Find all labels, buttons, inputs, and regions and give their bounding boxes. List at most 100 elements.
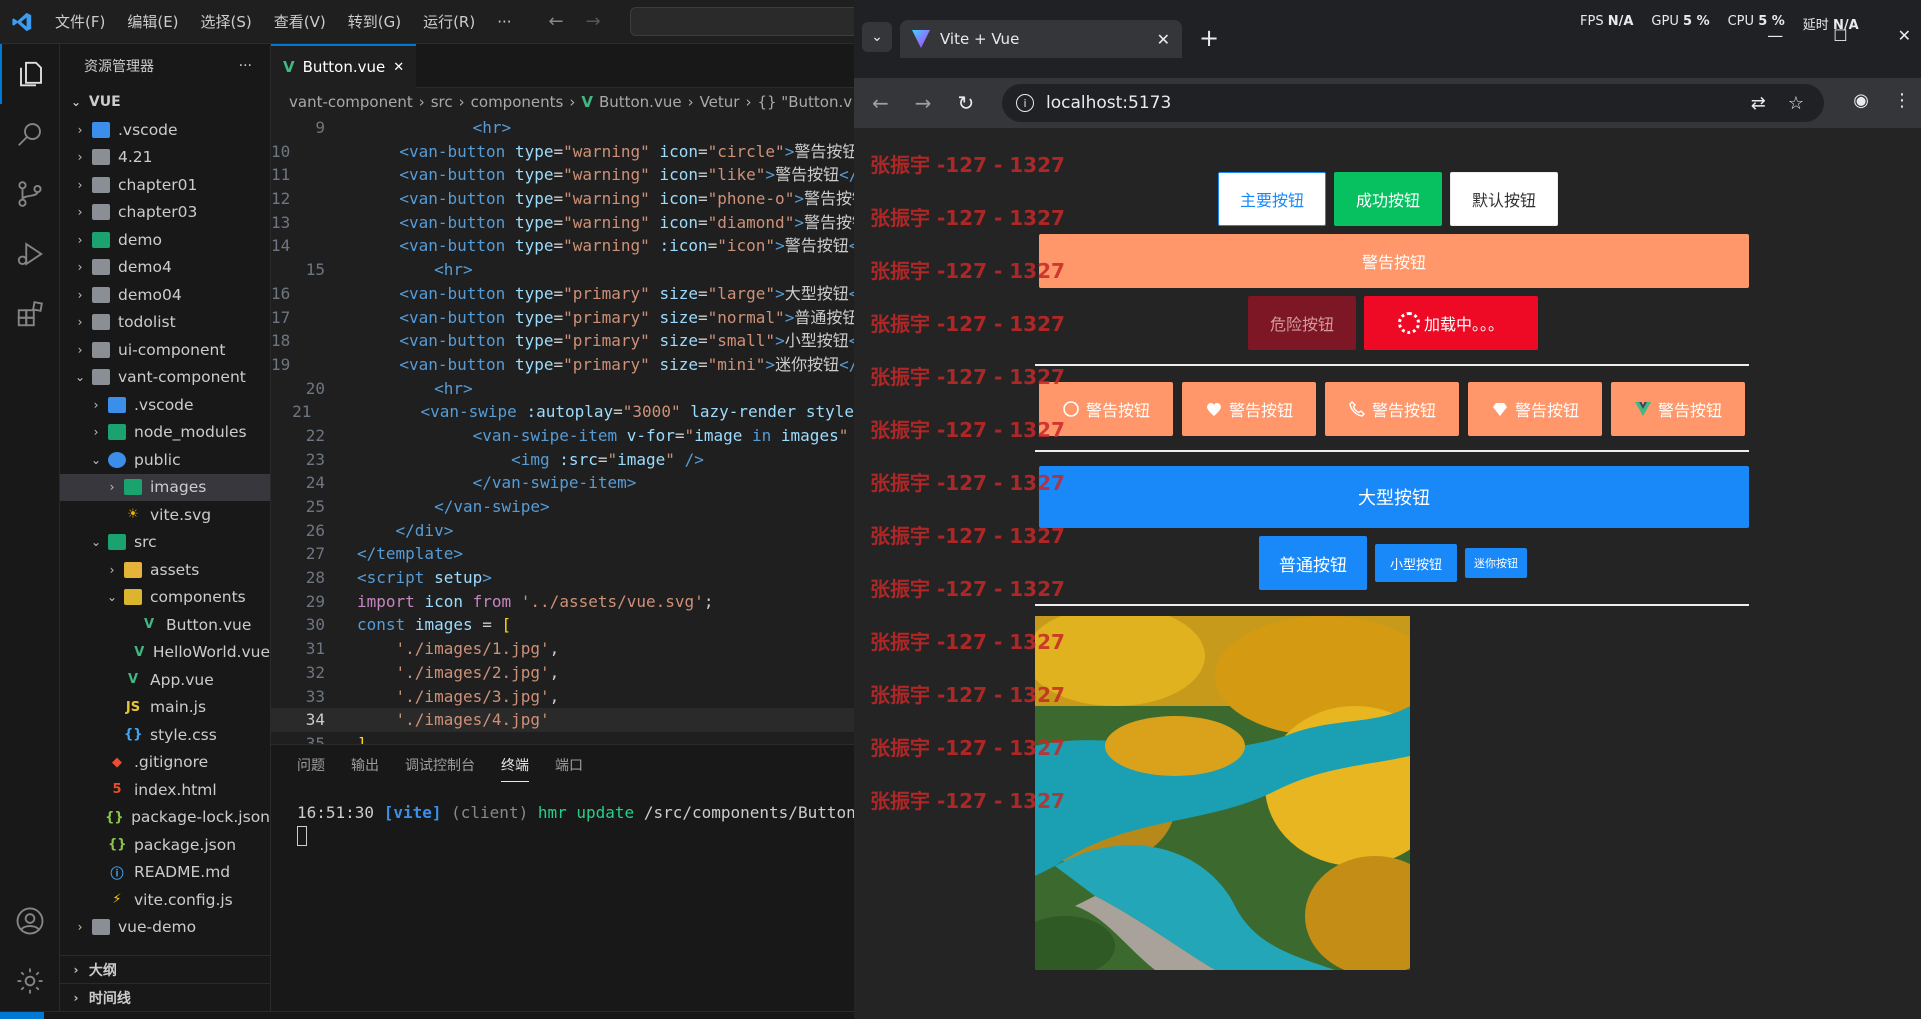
tree-item[interactable]: ⌄ vant-component [60,364,270,392]
tree-item[interactable]: ☀ vite.svg [60,501,270,529]
breadcrumb-item[interactable]: Button.vue [599,93,682,111]
browser-tab-title: Vite + Vue [940,30,1020,48]
explorer-icon[interactable] [0,44,60,104]
tree-item[interactable]: › .vscode [60,116,270,144]
site-info-icon[interactable]: i [1016,94,1034,112]
profile-icon[interactable]: ◉ [1853,90,1869,111]
tree-item[interactable]: › demo04 [60,281,270,309]
panel-tab[interactable]: 输出 [351,755,379,775]
warning-icon-button[interactable]: 警告按钮 [1468,382,1602,436]
mini-button[interactable]: 迷你按钮 [1465,548,1527,578]
run-debug-icon[interactable] [0,224,60,284]
success-button[interactable]: 成功按钮 [1334,172,1442,226]
breadcrumb-item[interactable]: components [471,93,564,111]
small-button[interactable]: 小型按钮 [1375,544,1457,582]
tree-item[interactable]: V Button.vue [60,611,270,639]
tree-item[interactable]: {} package.json [60,831,270,859]
breadcrumb-item[interactable]: vant-component [289,93,413,111]
tree-item[interactable]: › chapter03 [60,199,270,227]
search-icon[interactable] [0,104,60,164]
tree-item[interactable]: › todolist [60,309,270,337]
tab-close-icon[interactable]: ✕ [393,60,404,75]
breadcrumb-item[interactable]: src [431,93,453,111]
tree-item[interactable]: JS main.js [60,694,270,722]
close-window-icon[interactable]: ✕ [1898,26,1911,45]
terminal-output[interactable]: 16:51:30 [vite] (client) hmr update /src… [271,785,894,850]
menu-goto[interactable]: 转到(G) [337,0,412,44]
panel-tab[interactable]: 问题 [297,755,325,775]
primary-button[interactable]: 主要按钮 [1218,172,1326,226]
code-editor[interactable]: 9 <hr> 10 <van-button type="warning" icon… [271,116,854,744]
panel-tab[interactable]: 调试控制台 [405,755,475,775]
tree-item[interactable]: › demo [60,226,270,254]
chrome-menu-icon[interactable]: ⋮ [1893,90,1911,111]
warning-icon-button[interactable]: 警告按钮 [1611,382,1745,436]
tree-item[interactable]: {} style.css [60,721,270,749]
workspace-root[interactable]: ⌄ VUE [60,88,270,116]
timeline-section[interactable]: › 时间线 [60,983,270,1011]
tree-item[interactable]: › 4.21 [60,144,270,172]
menu-run[interactable]: 运行(R) [412,0,486,44]
forward-arrow-icon[interactable]: → [586,11,601,32]
account-icon[interactable] [0,891,60,951]
tree-item[interactable]: › node_modules [60,419,270,447]
panel-tab[interactable]: 端口 [555,755,583,775]
tree-item[interactable]: ⌄ public [60,446,270,474]
menu-selection[interactable]: 选择(S) [190,0,263,44]
warning-icon-button[interactable]: 警告按钮 [1182,382,1316,436]
default-button[interactable]: 默认按钮 [1450,172,1558,226]
translate-icon[interactable]: ⇄ [1751,93,1766,114]
menu-file[interactable]: 文件(F) [44,0,116,44]
tree-item[interactable]: 5 index.html [60,776,270,804]
address-bar[interactable]: i localhost:5173 ⇄ ☆ [1002,84,1824,122]
menu-edit[interactable]: 编辑(E) [116,0,189,44]
tree-item[interactable]: › vue-demo [60,914,270,942]
tree-item[interactable]: › demo4 [60,254,270,282]
tab-button-vue[interactable]: V Button.vue ✕ [271,44,417,88]
tree-item[interactable]: ◆ .gitignore [60,749,270,777]
new-tab-icon[interactable]: + [1199,24,1219,52]
tree-item[interactable]: {} package-lock.json [60,804,270,832]
back-icon[interactable]: ← [872,91,889,115]
large-button[interactable]: 大型按钮 [1039,466,1749,528]
normal-button[interactable]: 普通按钮 [1259,536,1367,590]
tree-item[interactable]: V App.vue [60,666,270,694]
extensions-icon[interactable] [0,284,60,344]
source-control-icon[interactable] [0,164,60,224]
tree-item[interactable]: V HelloWorld.vue [60,639,270,667]
tree-item[interactable]: ⚡ vite.config.js [60,886,270,914]
tree-item-label: HelloWorld.vue [152,643,270,662]
tree-item[interactable]: ⓘ README.md [60,859,270,887]
menu-view[interactable]: 查看(V) [263,0,337,44]
breadcrumb-item[interactable]: {} "Button.v [757,93,852,111]
tree-item[interactable]: › images [60,473,270,501]
tree-item[interactable]: › assets [60,556,270,584]
maximize-icon[interactable]: ☐ [1833,26,1847,45]
chevron-right-icon: › [77,177,83,192]
tree-item[interactable]: › chapter01 [60,171,270,199]
tree-item[interactable]: ⌄ components [60,584,270,612]
browser-tab[interactable]: Vite + Vue ✕ [900,20,1182,58]
remote-indicator-icon[interactable] [0,1012,44,1019]
back-arrow-icon[interactable]: ← [549,11,564,32]
tree-item[interactable]: › ui-component [60,336,270,364]
menu-more[interactable]: ··· [486,0,522,44]
breadcrumb-item[interactable]: Vetur [700,93,740,111]
warning-icon-button[interactable]: 警告按钮 [1325,382,1459,436]
reload-icon[interactable]: ↻ [958,91,975,115]
bookmark-star-icon[interactable]: ☆ [1788,93,1804,114]
close-tab-icon[interactable]: ✕ [1157,30,1170,49]
manage-gear-icon[interactable] [0,951,60,1011]
minimize-icon[interactable]: — [1767,26,1783,45]
outline-section[interactable]: › 大纲 [60,955,270,983]
tree-item[interactable]: ⌄ src [60,529,270,557]
command-center-input[interactable] [630,7,854,36]
block-warning-button[interactable]: 警告按钮 [1039,234,1749,288]
panel-tab[interactable]: 终端 [501,748,529,782]
forward-icon[interactable]: → [915,91,932,115]
tree-item[interactable]: › .vscode [60,391,270,419]
image-swiper[interactable] [1035,616,1410,970]
loading-button[interactable]: 加载中。。。 [1364,296,1538,350]
explorer-more-button[interactable]: ··· [239,58,252,74]
tab-search-icon[interactable]: ⌄ [862,22,892,52]
